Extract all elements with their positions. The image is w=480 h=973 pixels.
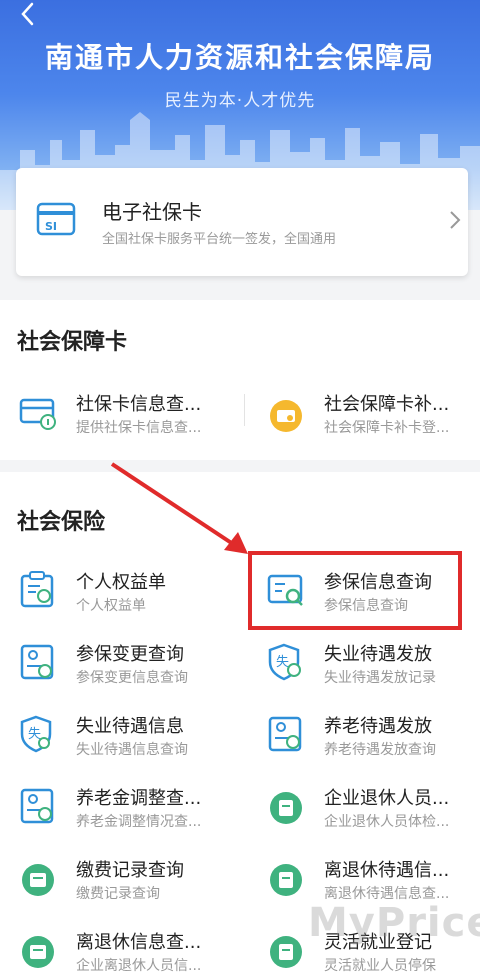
retirement-info-icon [22, 936, 54, 968]
watermark: MyPrice [308, 900, 480, 946]
item-title: 失业待遇信息 [76, 716, 184, 737]
shield-info-icon: 失 [20, 715, 52, 753]
item-subtitle: 灵活就业人员停保 [324, 958, 436, 973]
item-title: 缴费记录查询 [76, 860, 184, 881]
item-subtitle: 失业待遇发放记录 [324, 670, 436, 686]
card-icon-label: SI [45, 220, 57, 233]
retiree-icon [270, 792, 302, 824]
person-change-icon [20, 644, 54, 680]
payment-record-item[interactable]: 缴费记录查询 缴费记录查询 [18, 850, 238, 910]
item-subtitle: 提供社保卡信息查... [76, 420, 202, 436]
retirement-benefit-icon [270, 864, 302, 896]
item-divider [244, 394, 245, 426]
pension-document-icon [268, 716, 302, 752]
page-subtitle: 民生为本·人才优先 [164, 91, 316, 111]
item-title: 社会保障卡补... [324, 394, 450, 415]
card-info-query-item[interactable]: 社保卡信息查... 提供社保卡信息查... [18, 384, 238, 444]
pension-adjust-icon [20, 788, 54, 824]
pension-payment-item[interactable]: 养老待遇发放 养老待遇发放查询 [266, 706, 476, 766]
item-subtitle: 养老金调整情况查... [76, 814, 202, 830]
item-title: 社保卡信息查... [76, 394, 202, 415]
item-subtitle: 社会保障卡补卡登... [324, 420, 450, 436]
item-subtitle: 失业待遇信息查询 [76, 742, 188, 758]
shield-search-icon: 失 [268, 643, 301, 681]
social-security-card-section: 社会保障卡 社保卡信息查... 提供社保卡信息查... 社会保障卡补... 社会… [0, 300, 480, 460]
item-subtitle: 个人权益单 [76, 598, 146, 614]
section-title: 社会保险 [17, 510, 106, 535]
flexible-employment-icon [270, 936, 302, 968]
card-reissue-item[interactable]: 社会保障卡补... 社会保障卡补卡登... [266, 384, 476, 444]
item-title: 企业退休人员... [324, 788, 450, 809]
personal-rights-statement-item[interactable]: 个人权益单 个人权益单 [18, 562, 238, 622]
item-title: 离退休信息查... [76, 932, 202, 953]
item-title: 参保变更查询 [76, 644, 184, 665]
payment-record-icon [22, 864, 54, 896]
card-info-icon [19, 398, 56, 430]
item-subtitle: 企业离退休人员信... [76, 958, 202, 973]
item-subtitle: 参保变更信息查询 [76, 670, 188, 686]
item-title: 养老待遇发放 [324, 716, 432, 737]
card-reissue-icon [270, 400, 302, 432]
section-title: 社会保障卡 [17, 330, 128, 355]
item-title: 养老金调整查... [76, 788, 202, 809]
item-title: 离退休待遇信... [324, 860, 450, 881]
insurance-change-query-item[interactable]: 参保变更查询 参保变更信息查询 [18, 634, 238, 694]
item-subtitle: 养老待遇发放查询 [324, 742, 436, 758]
item-title: 失业待遇发放 [324, 644, 432, 665]
document-badge-icon [20, 571, 54, 608]
page-title: 南通市人力资源和社会保障局 [44, 41, 435, 74]
highlight-box-annotation [248, 551, 462, 630]
back-icon[interactable] [14, 2, 42, 26]
ecard-title: 电子社保卡 [102, 200, 202, 224]
red-arrow-annotation [110, 462, 248, 554]
social-security-card-icon: SI [36, 202, 76, 236]
item-subtitle: 缴费记录查询 [76, 886, 160, 902]
retirement-info-item[interactable]: 离退休信息查... 企业离退休人员信... [18, 922, 238, 973]
chevron-right-icon [450, 211, 461, 229]
electronic-social-security-card[interactable]: SI 电子社保卡 全国社保卡服务平台统一签发，全国通用 [16, 168, 468, 276]
ecard-subtitle: 全国社保卡服务平台统一签发，全国通用 [102, 232, 337, 247]
item-subtitle: 企业退休人员体检... [324, 814, 450, 830]
svg-text:失: 失 [276, 655, 289, 670]
unemployment-payment-item[interactable]: 失 失业待遇发放 失业待遇发放记录 [266, 634, 476, 694]
item-title: 个人权益单 [76, 572, 166, 593]
retiree-checkup-item[interactable]: 企业退休人员... 企业退休人员体检... [266, 778, 476, 838]
pension-adjustment-item[interactable]: 养老金调整查... 养老金调整情况查... [18, 778, 238, 838]
unemployment-info-item[interactable]: 失 失业待遇信息 失业待遇信息查询 [18, 706, 238, 766]
